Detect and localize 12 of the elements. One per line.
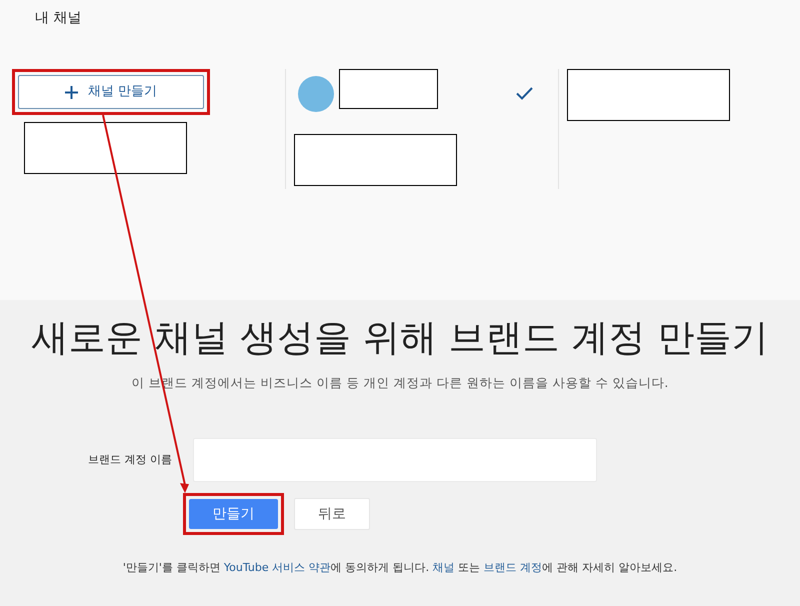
- create-channel-button[interactable]: 채널 만들기: [18, 75, 204, 109]
- plus-icon: [64, 86, 78, 98]
- terms-notice: '만들기'를 클릭하면 YouTube 서비스 약관에 동의하게 됩니다. 채널 또는 브랜드 계정에 관해 자세히 알아보세요.: [122, 560, 678, 576]
- section-title: 내 채널: [35, 9, 82, 28]
- field-label: 브랜드 계정 이름: [87, 452, 172, 468]
- back-button[interactable]: 뒤로: [294, 498, 370, 530]
- link[interactable]: YouTube 서비스 약관: [224, 561, 331, 574]
- avatar: [298, 76, 334, 112]
- page-title: 새로운 채널 생성을 위해 브랜드 계정 만들기: [30, 316, 770, 360]
- link[interactable]: 채널: [432, 561, 455, 574]
- create-button[interactable]: 만들기: [189, 499, 278, 530]
- link[interactable]: 브랜드 계정: [484, 561, 542, 574]
